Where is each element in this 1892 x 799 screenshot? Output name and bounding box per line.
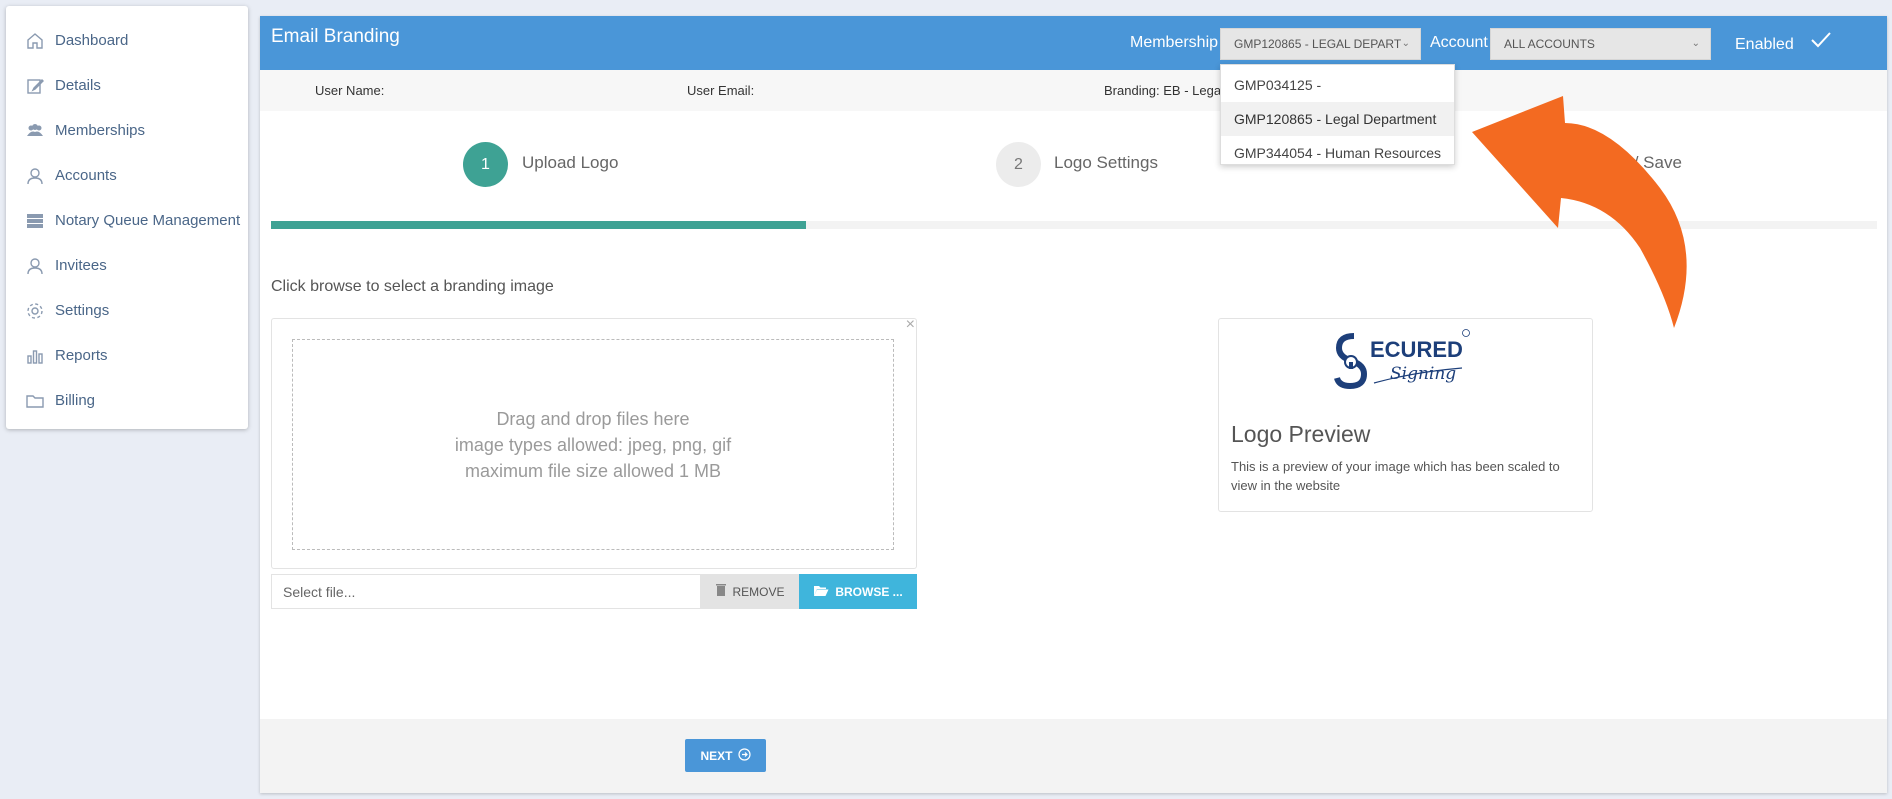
drop-zone-text: Drag and drop files here — [496, 408, 690, 429]
upload-instruction: Click browse to select a branding image — [271, 278, 554, 295]
membership-option[interactable]: GMP344054 - Human Resources — [1221, 136, 1454, 170]
step-2-label[interactable]: Logo Settings — [1054, 153, 1158, 173]
account-select[interactable]: ALL ACCOUNTS ⌄ — [1490, 28, 1711, 60]
allowed-types-text: image types allowed: jpeg, png, gif — [454, 434, 732, 455]
logo-preview-card: ECURED Signing Logo Preview This is a pr… — [1218, 318, 1593, 512]
group-icon — [24, 120, 46, 142]
sidebar-item-dashboard[interactable]: Dashboard — [6, 18, 248, 63]
user-icon — [24, 165, 46, 187]
sidebar-item-label: Reports — [55, 347, 108, 364]
sidebar-item-label: Dashboard — [55, 32, 129, 49]
secured-signing-logo: ECURED Signing — [1334, 324, 1474, 394]
next-button[interactable]: NEXT — [685, 739, 766, 772]
chevron-down-icon: ⌄ — [1401, 38, 1410, 49]
check-icon[interactable] — [1809, 30, 1833, 50]
sidebar-item-label: Accounts — [55, 167, 117, 184]
sidebar-item-label: Settings — [55, 302, 110, 319]
step-2-circle[interactable]: 2 — [996, 142, 1041, 187]
sidebar-item-details[interactable]: Details — [6, 63, 248, 108]
bar-chart-icon — [24, 345, 46, 367]
membership-label: Membership — [1130, 34, 1219, 51]
logo-preview-description: This is a preview of your image which ha… — [1231, 459, 1560, 493]
file-path-input[interactable]: Select file... — [271, 574, 701, 609]
sidebar-item-reports[interactable]: Reports — [6, 333, 248, 378]
max-size-text: maximum file size allowed 1 MB — [464, 460, 722, 481]
browse-button-label: BROWSE ... — [835, 584, 903, 599]
gear-icon — [24, 300, 46, 322]
logo-preview-title: Logo Preview — [1231, 421, 1371, 447]
membership-dropdown-menu: GMP034125 - GMP120865 - Legal Department… — [1220, 64, 1455, 165]
sidebar-item-accounts[interactable]: Accounts — [6, 153, 248, 198]
membership-select[interactable]: GMP120865 - LEGAL DEPART ⌄ — [1220, 28, 1421, 60]
sidebar-item-notary-queue[interactable]: Notary Queue Management — [6, 198, 248, 243]
membership-option[interactable]: GMP034125 - — [1221, 68, 1454, 102]
orange-arrow-annotation — [1472, 96, 1687, 328]
arrow-circle-right-icon — [737, 747, 751, 764]
sidebar-item-label: Invitees — [55, 257, 107, 274]
remove-button[interactable]: REMOVE — [701, 574, 799, 609]
remove-button-label: REMOVE — [732, 584, 785, 599]
folder-icon — [24, 390, 46, 412]
next-button-label: NEXT — [700, 748, 733, 763]
step-1-label[interactable]: Upload Logo — [522, 153, 618, 173]
chevron-down-icon: ⌄ — [1691, 38, 1700, 49]
home-icon — [24, 30, 46, 52]
account-select-value: ALL ACCOUNTS — [1504, 37, 1595, 51]
panel-header: Email Branding Membership GMP120865 - LE… — [260, 16, 1887, 70]
sidebar-item-billing[interactable]: Billing — [6, 378, 248, 423]
progress-fill — [271, 221, 806, 229]
sidebar-item-label: Notary Queue Management — [55, 212, 241, 229]
sidebar-item-label: Billing — [55, 392, 96, 409]
page-title: Email Branding — [271, 26, 400, 47]
enabled-label: Enabled — [1735, 36, 1794, 53]
queue-icon — [24, 210, 46, 232]
membership-option[interactable]: GMP120865 - Legal Department — [1221, 102, 1454, 136]
panel-footer: NEXT — [260, 719, 1887, 793]
sidebar-item-invitees[interactable]: Invitees — [6, 243, 248, 288]
drop-zone[interactable]: Drag and drop files here image types all… — [292, 339, 894, 550]
membership-select-value: GMP120865 - LEGAL DEPART — [1234, 37, 1402, 51]
branding-label: Branding: EB - Lega — [1104, 83, 1222, 98]
sidebar-item-settings[interactable]: Settings — [6, 288, 248, 333]
user-icon — [24, 255, 46, 277]
folder-open-icon — [813, 584, 829, 600]
sidebar-nav: Dashboard Details Memberships Accounts N… — [6, 6, 248, 429]
edit-icon — [24, 75, 46, 97]
sidebar-item-label: Details — [55, 77, 101, 94]
upload-dropzone-container: × Drag and drop files here image types a… — [271, 316, 917, 569]
sidebar-item-memberships[interactable]: Memberships — [6, 108, 248, 153]
user-email-label: User Email: — [687, 83, 755, 98]
user-name-label: User Name: — [315, 83, 385, 98]
logo-script: Signing — [1390, 364, 1456, 384]
account-label: Account — [1430, 34, 1488, 51]
logo-wordmark: ECURED — [1370, 337, 1463, 362]
trash-icon — [715, 583, 727, 600]
step-1-circle[interactable]: 1 — [463, 142, 508, 187]
close-icon[interactable]: × — [906, 316, 915, 334]
sidebar-item-label: Memberships — [55, 122, 146, 139]
file-select-row: Select file... REMOVE BROWSE ... — [271, 574, 917, 609]
browse-button[interactable]: BROWSE ... — [799, 574, 917, 609]
